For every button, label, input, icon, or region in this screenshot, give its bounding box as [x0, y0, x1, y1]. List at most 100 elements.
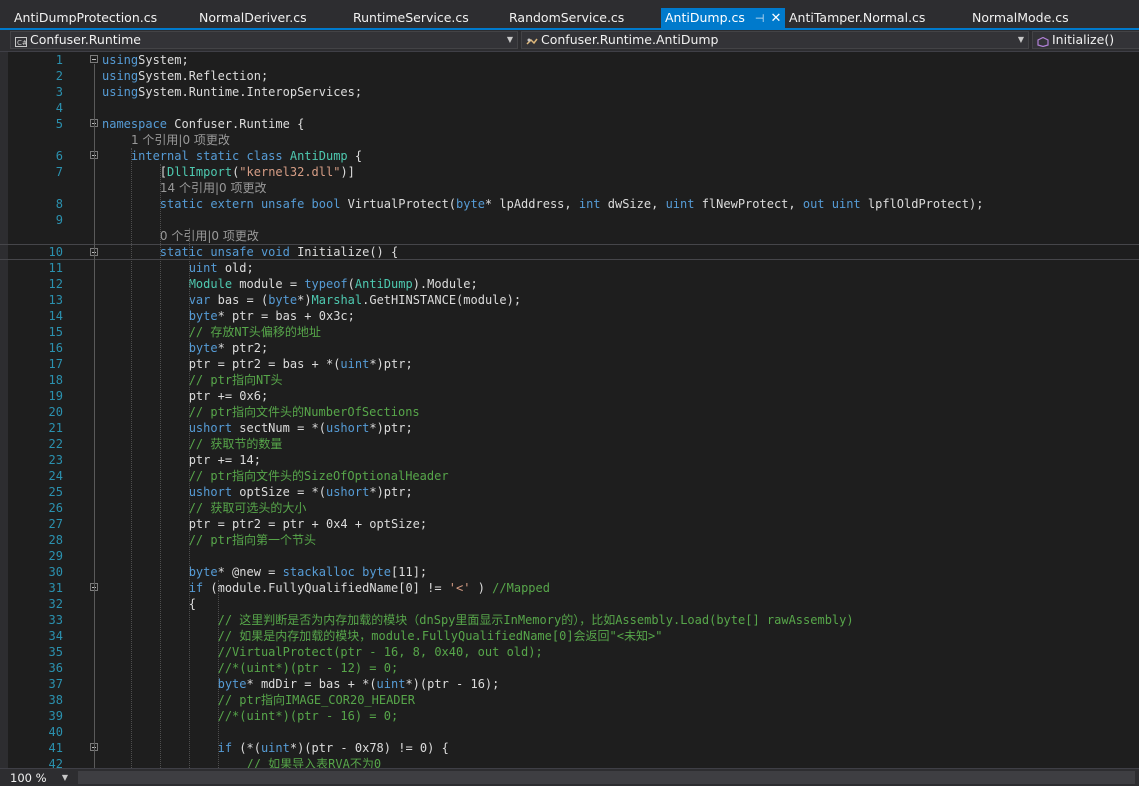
line-number: 27: [48, 517, 63, 531]
line-number: 3: [55, 85, 63, 99]
code-line[interactable]: 13 var bas = (byte*)Marshal.GetHINSTANCE…: [0, 292, 1139, 308]
code-token: {: [102, 597, 196, 611]
pin-icon[interactable]: ⊣: [755, 9, 765, 29]
codelens-label[interactable]: 0 个引用|0 项更改: [160, 228, 259, 244]
tab-antidump-cs[interactable]: AntiDump.cs ⊣ ✕: [661, 8, 786, 29]
code-line[interactable]: 34 // 如果是内存加载的模块，module.FullyQualifiedNa…: [0, 628, 1139, 644]
code-line[interactable]: 31 if (module.FullyQualifiedName[0] != '…: [0, 580, 1139, 596]
codelens-reference-count[interactable]: 14 个引用|0 项更改: [0, 180, 1139, 196]
code-token: '<': [448, 581, 471, 595]
code-line[interactable]: 17 ptr = ptr2 = bas + *(uint*)ptr;: [0, 356, 1139, 372]
code-line[interactable]: 14 byte* ptr = bas + 0x3c;: [0, 308, 1139, 324]
tab-antidumpprotection-cs[interactable]: AntiDumpProtection.cs: [14, 8, 157, 28]
tab-normalmode-cs[interactable]: NormalMode.cs: [972, 8, 1069, 28]
code-token: byte: [188, 309, 218, 323]
code-line[interactable]: 6 internal static class AntiDump {: [0, 148, 1139, 164]
code-line[interactable]: 7 [DllImport("kernel32.dll")]: [0, 164, 1139, 180]
code-line[interactable]: 30 byte* @new = stackalloc byte[11];: [0, 564, 1139, 580]
code-line[interactable]: 42 // 如果导入表RVA不为0: [0, 756, 1139, 768]
code-text: if (*(uint*)(ptr - 0x78) != 0) {: [102, 740, 449, 756]
code-line[interactable]: 15 // 存放NT头偏移的地址: [0, 324, 1139, 340]
code-token: //Mapped: [492, 581, 550, 595]
code-line[interactable]: 3 usingSystem.Runtime.InteropServices;: [0, 84, 1139, 100]
code-line[interactable]: 23 ptr += 14;: [0, 452, 1139, 468]
tab-normalderiver-cs[interactable]: NormalDeriver.cs: [199, 8, 307, 28]
code-line[interactable]: 18 // ptr指向NT头: [0, 372, 1139, 388]
codelens-reference-count[interactable]: 1 个引用|0 项更改: [0, 132, 1139, 148]
codelens-label[interactable]: 14 个引用|0 项更改: [160, 180, 267, 196]
code-text: if (module.FullyQualifiedName[0] != '<' …: [102, 580, 550, 596]
code-token: *)ptr;: [369, 485, 413, 499]
member-dropdown[interactable]: Initialize(): [1032, 31, 1139, 49]
code-line[interactable]: 8 static extern unsafe bool VirtualProte…: [0, 196, 1139, 212]
close-icon[interactable]: ✕: [770, 9, 781, 29]
code-token: byte: [268, 293, 298, 307]
code-line[interactable]: 33 // 这里判断是否为内存加载的模块（dnSpy里面显示InMemory的）…: [0, 612, 1139, 628]
code-token: System.Reflection;: [138, 69, 269, 83]
code-line[interactable]: 16 byte* ptr2;: [0, 340, 1139, 356]
codelens-reference-count[interactable]: 0 个引用|0 项更改: [0, 228, 1139, 244]
code-token: byte: [217, 677, 247, 691]
line-number: 40: [48, 725, 63, 739]
code-line[interactable]: 25 ushort optSize = *(ushort*)ptr;: [0, 484, 1139, 500]
code-token: AntiDump: [289, 149, 348, 163]
code-line[interactable]: 35 //VirtualProtect(ptr - 16, 8, 0x40, o…: [0, 644, 1139, 660]
tab-randomservice-cs[interactable]: RandomService.cs: [509, 8, 624, 28]
tab-runtimeservice-cs[interactable]: RuntimeService.cs: [353, 8, 469, 28]
code-line[interactable]: 19 ptr += 0x6;: [0, 388, 1139, 404]
code-token: // ptr指向文件头的SizeOfOptionalHeader: [188, 469, 449, 483]
code-line[interactable]: 29: [0, 548, 1139, 564]
horizontal-scrollbar[interactable]: [78, 771, 1135, 784]
code-line[interactable]: 22 // 获取节的数量: [0, 436, 1139, 452]
codelens-label[interactable]: 1 个引用|0 项更改: [131, 132, 230, 148]
code-line[interactable]: 4: [0, 100, 1139, 116]
code-editor[interactable]: 1 usingSystem; 2 usingSystem.Reflection; 3 us…: [0, 52, 1139, 768]
code-line[interactable]: 39 //*(uint*)(ptr - 16) = 0;: [0, 708, 1139, 724]
line-number: 30: [48, 565, 63, 579]
document-tab-strip: AntiDumpProtection.cs NormalDeriver.cs Run…: [0, 0, 1139, 30]
type-dropdown[interactable]: Confuser.Runtime.AntiDump ▼: [521, 31, 1029, 49]
code-line[interactable]: 21 ushort sectNum = *(ushort*)ptr;: [0, 420, 1139, 436]
code-token: // 获取可选头的大小: [188, 501, 307, 515]
code-line[interactable]: 41 if (*(uint*)(ptr - 0x78) != 0) {: [0, 740, 1139, 756]
code-line[interactable]: 32 {: [0, 596, 1139, 612]
code-token: lpflOldProtect);: [860, 197, 984, 211]
code-token: ushort: [188, 421, 233, 435]
code-line[interactable]: 9: [0, 212, 1139, 228]
code-token: "kernel32.dll": [239, 165, 341, 179]
code-line[interactable]: 2 usingSystem.Reflection;: [0, 68, 1139, 84]
code-token: ushort: [325, 485, 370, 499]
code-line[interactable]: 24 // ptr指向文件头的SizeOfOptionalHeader: [0, 468, 1139, 484]
tab-antitamper-normal-cs[interactable]: AntiTamper.Normal.cs: [789, 8, 925, 28]
line-number: 10: [48, 245, 63, 259]
code-line[interactable]: 11 uint old;: [0, 260, 1139, 276]
code-text: byte* ptr2;: [102, 340, 268, 356]
code-line[interactable]: 27 ptr = ptr2 = ptr + 0x4 + optSize;: [0, 516, 1139, 532]
code-text: ptr += 0x6;: [102, 388, 268, 404]
code-text: byte* ptr = bas + 0x3c;: [102, 308, 355, 324]
code-line[interactable]: 26 // 获取可选头的大小: [0, 500, 1139, 516]
code-line[interactable]: 40: [0, 724, 1139, 740]
code-line[interactable]: 10 static unsafe void Initialize() {: [0, 244, 1139, 260]
code-token: *): [297, 293, 312, 307]
code-token: var: [188, 293, 211, 307]
code-line[interactable]: 36 //*(uint*)(ptr - 12) = 0;: [0, 660, 1139, 676]
code-line[interactable]: 1 usingSystem;: [0, 52, 1139, 68]
collapse-icon[interactable]: [90, 55, 98, 63]
code-text: usingSystem;: [102, 52, 189, 68]
zoom-dropdown[interactable]: 100 % ▼: [10, 771, 70, 785]
code-token: * lpAddress,: [484, 197, 579, 211]
code-line[interactable]: 5 namespace Confuser.Runtime {: [0, 116, 1139, 132]
code-line[interactable]: 20 // ptr指向文件头的NumberOfSections: [0, 404, 1139, 420]
project-dropdown[interactable]: C# Confuser.Runtime ▼: [10, 31, 518, 49]
code-token: flNewProtect,: [694, 197, 803, 211]
code-line[interactable]: 38 // ptr指向IMAGE_COR20_HEADER: [0, 692, 1139, 708]
code-line[interactable]: 37 byte* mdDir = bas + *(uint*)(ptr - 16…: [0, 676, 1139, 692]
code-line[interactable]: 12 Module module = typeof(AntiDump).Modu…: [0, 276, 1139, 292]
code-line[interactable]: 28 // ptr指向第一个节头: [0, 532, 1139, 548]
